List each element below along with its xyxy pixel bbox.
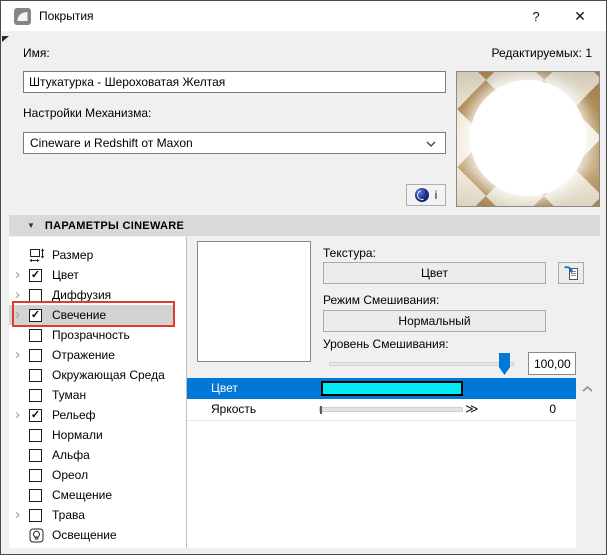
tree-item-displacement[interactable]: Смещение (9, 485, 175, 505)
scroll-up-icon[interactable] (582, 386, 593, 392)
lightbulb-icon (29, 528, 44, 543)
surface-name-input[interactable] (23, 71, 446, 93)
color-swatch[interactable] (321, 381, 463, 396)
slider-groove[interactable] (329, 362, 514, 366)
parameter-table: Цвет Яркость ≫ 0 (187, 378, 576, 548)
cinema4d-icon (415, 188, 429, 202)
tree-item-luminance[interactable]: › ✓ Свечение (9, 305, 175, 325)
blend-level-value-field[interactable] (528, 352, 576, 375)
tree-item-diffusion[interactable]: › Диффузия (9, 285, 175, 305)
cineware-parameters-section-header[interactable]: ▼ ПАРАМЕТРЫ CINEWARE (9, 215, 600, 236)
grass-checkbox[interactable] (29, 509, 42, 522)
preview-sphere (470, 80, 586, 196)
name-label: Имя: (23, 46, 50, 60)
section-title: ПАРАМЕТРЫ CINEWARE (45, 220, 184, 232)
cinema4d-info-button[interactable]: i (406, 184, 446, 206)
fog-checkbox[interactable] (29, 389, 42, 402)
blend-level-label: Уровень Смешивания: (323, 337, 449, 351)
displacement-checkbox[interactable] (29, 489, 42, 502)
param-row-color[interactable]: Цвет (187, 378, 576, 399)
window-title: Покрытия (39, 9, 94, 23)
tree-item-grass[interactable]: › Трава (9, 505, 175, 525)
load-texture-icon (563, 265, 580, 282)
tree-item-fog[interactable]: Туман (9, 385, 175, 405)
surfaces-dialog: Покрытия ? ✕ Имя: Редактируемых: 1 Настр… (0, 0, 607, 555)
info-label: i (435, 188, 438, 202)
channel-texture-preview (197, 241, 311, 362)
expander-icon[interactable]: › (15, 409, 29, 421)
diffusion-checkbox[interactable] (29, 289, 42, 302)
engine-settings-label: Настройки Механизма: (23, 106, 151, 120)
tree-item-alpha[interactable]: Альфа (9, 445, 175, 465)
tree-item-bump[interactable]: › ✓ Рельеф (9, 405, 175, 425)
slider-thumb[interactable] (499, 353, 510, 375)
spinner-icon[interactable]: ≫ (465, 401, 479, 417)
brightness-slider[interactable] (319, 407, 463, 412)
blend-mode-button[interactable]: Нормальный (323, 310, 546, 332)
tree-item-transparency[interactable]: Прозрачность (9, 325, 175, 345)
tree-item-size[interactable]: Размер (9, 245, 175, 265)
expander-icon[interactable]: › (15, 289, 29, 301)
tree-item-illumination[interactable]: Освещение (9, 525, 175, 545)
tree-item-reflection[interactable]: › Отражение (9, 345, 175, 365)
blend-mode-label: Режим Смешивания: (323, 293, 439, 307)
param-label: Яркость (211, 402, 256, 416)
color-checkbox[interactable]: ✓ (29, 269, 42, 282)
archicad-app-icon (14, 8, 31, 25)
expander-icon[interactable]: › (15, 349, 29, 361)
transparency-checkbox[interactable] (29, 329, 42, 342)
chevron-down-icon (426, 141, 436, 147)
expander-icon[interactable]: › (15, 269, 29, 281)
engine-select-value: Cineware и Redshift от Maxon (30, 136, 193, 150)
luminance-checkbox[interactable]: ✓ (29, 309, 42, 322)
bump-checkbox[interactable]: ✓ (29, 409, 42, 422)
blend-level-slider[interactable] (329, 353, 514, 375)
halo-checkbox[interactable] (29, 469, 42, 482)
reflection-checkbox[interactable] (29, 349, 42, 362)
collapse-arrow-icon: ▼ (27, 221, 35, 230)
size-icon (29, 248, 46, 263)
tree-item-environment[interactable]: Окружающая Среда (9, 365, 175, 385)
tree-item-halo[interactable]: Ореол (9, 465, 175, 485)
engine-select[interactable]: Cineware и Redshift от Maxon (23, 132, 446, 154)
editables-count-label: Редактируемых: 1 (492, 46, 592, 60)
tree-item-color[interactable]: › ✓ Цвет (9, 265, 175, 285)
slider-position-tick (320, 406, 322, 414)
help-button[interactable]: ? (518, 1, 554, 31)
tree-item-normals[interactable]: Нормали (9, 425, 175, 445)
expander-icon[interactable]: › (15, 309, 29, 321)
environment-checkbox[interactable] (29, 369, 42, 382)
texture-label: Текстура: (323, 246, 376, 260)
param-row-brightness[interactable]: Яркость ≫ 0 (187, 399, 576, 421)
normals-checkbox[interactable] (29, 429, 42, 442)
expander-icon[interactable]: › (15, 509, 29, 521)
material-preview (456, 71, 600, 207)
close-button[interactable]: ✕ (562, 1, 598, 31)
channel-list: Размер › ✓ Цвет › Диффузия › ✓ Свечение … (9, 237, 187, 548)
brightness-value[interactable]: 0 (549, 402, 556, 416)
title-bar[interactable]: Покрытия ? ✕ (1, 1, 606, 31)
alpha-checkbox[interactable] (29, 449, 42, 462)
texture-color-button[interactable]: Цвет (323, 262, 546, 284)
window-edge-marker (2, 36, 9, 42)
load-texture-button[interactable] (558, 262, 584, 284)
param-label: Цвет (211, 381, 238, 395)
table-scrollbar[interactable] (578, 378, 597, 548)
